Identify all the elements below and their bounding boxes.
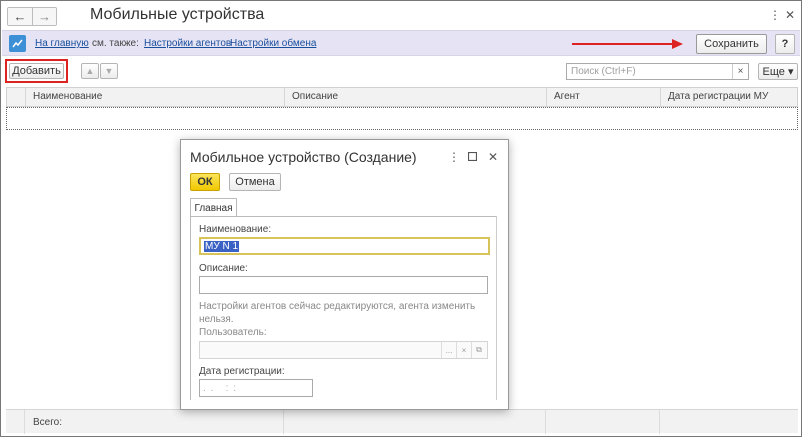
registration-date-mask: . . : : (203, 382, 238, 394)
arrow-up-icon: ▲ (85, 66, 95, 76)
footer-divider (545, 410, 546, 434)
forward-button[interactable]: → (32, 8, 56, 25)
table-header-marker (7, 88, 25, 106)
search-box: × (566, 63, 749, 80)
dialog-close-icon[interactable]: ✕ (488, 150, 498, 164)
column-header-description[interactable]: Описание (284, 88, 546, 106)
registration-date-field[interactable]: . . : : (199, 379, 313, 397)
arrow-left-icon: ← (13, 9, 27, 24)
column-header-registration-date[interactable]: Дата регистрации МУ (660, 88, 797, 106)
annotation-arrow-line (572, 43, 674, 45)
move-down-button[interactable]: ▼ (100, 63, 118, 79)
name-label: Наименование: (199, 224, 272, 235)
close-icon[interactable]: ✕ (785, 8, 795, 22)
open-user-icon: ⧉ (471, 342, 486, 358)
command-bar: На главную см. также: Настройки агентов … (2, 30, 800, 56)
annotation-arrow-head-icon (672, 39, 683, 49)
exchange-settings-link[interactable]: Настройки обмена (230, 38, 316, 49)
user-field: ... × ⧉ (199, 341, 488, 359)
add-button[interactable]: Добавить (9, 63, 64, 79)
dialog-more-icon[interactable]: ⋮ (448, 150, 460, 164)
save-button[interactable]: Сохранить (696, 34, 767, 54)
ok-button[interactable]: ОК (190, 173, 220, 191)
main-window: ← → Мобильные устройства ⋮ ✕ На главную … (0, 0, 802, 437)
description-field[interactable] (199, 276, 488, 294)
see-also-label: см. также: (92, 38, 139, 49)
search-input[interactable] (567, 64, 732, 79)
table-footer: Всего: (6, 409, 798, 434)
cancel-button[interactable]: Отмена (229, 173, 281, 191)
user-label: Пользователь: (199, 327, 267, 338)
back-button[interactable]: ← (8, 8, 32, 25)
total-label: Всего: (33, 417, 62, 428)
select-user-icon: ... (441, 342, 456, 358)
chart-icon (9, 35, 26, 52)
navigation-group: ← → (7, 7, 57, 26)
name-field[interactable]: МУ N 1 (199, 237, 490, 255)
clear-user-icon: × (456, 342, 471, 358)
footer-divider (659, 410, 660, 434)
agents-note: Настройки агентов сейчас редактируются, … (199, 301, 476, 325)
page-title: Мобильные устройства (90, 6, 265, 23)
more-button[interactable]: Еще ▾ (758, 63, 798, 80)
maximize-icon[interactable] (467, 151, 478, 164)
arrow-right-icon: → (38, 9, 51, 24)
mobile-device-dialog: Мобильное устройство (Создание) ⋮ ✕ ОК О… (180, 139, 509, 410)
help-button[interactable]: ? (775, 34, 795, 54)
footer-divider (24, 410, 25, 434)
registration-date-label: Дата регистрации: (199, 366, 285, 377)
home-link[interactable]: На главную (35, 38, 89, 49)
column-header-agent[interactable]: Агент (546, 88, 660, 106)
move-up-button[interactable]: ▲ (81, 63, 99, 79)
list-toolbar: Добавить ▲ ▼ × Еще ▾ (2, 57, 800, 87)
table-header: Наименование Описание Агент Дата регистр… (6, 87, 798, 107)
more-menu-icon[interactable]: ⋮ (769, 8, 781, 22)
footer-divider (283, 410, 284, 434)
dialog-title: Мобильное устройство (Создание) (190, 149, 417, 165)
title-bar: ← → Мобильные устройства ⋮ ✕ (2, 2, 800, 30)
tab-main[interactable]: Главная (190, 198, 237, 217)
table-row[interactable] (6, 107, 798, 130)
column-header-name[interactable]: Наименование (25, 88, 284, 106)
description-label: Описание: (199, 263, 248, 274)
name-value: МУ N 1 (204, 240, 240, 252)
clear-search-icon[interactable]: × (732, 64, 748, 79)
arrow-down-icon: ▼ (104, 66, 114, 76)
tab-panel-main: Наименование: МУ N 1 Описание: Настройки… (190, 216, 497, 400)
agents-settings-link[interactable]: Настройки агентов (144, 38, 231, 49)
